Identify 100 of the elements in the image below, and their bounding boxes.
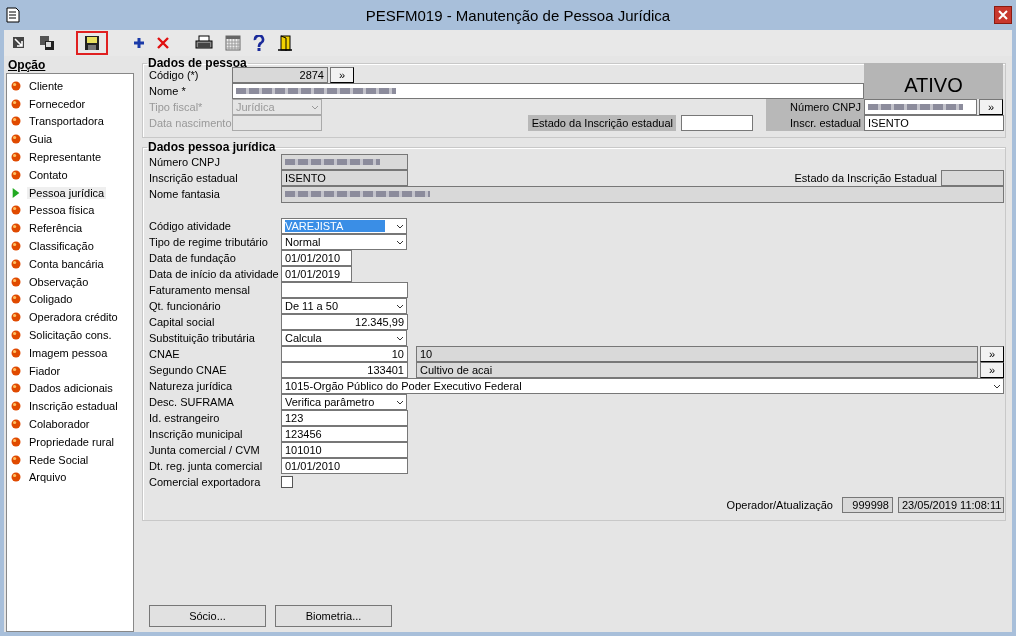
checkbox[interactable] [281,476,293,488]
ball-icon [11,472,21,483]
triangle-icon [11,187,21,198]
help-icon [253,35,265,51]
input-field[interactable]: 123456 [281,426,408,442]
state-registration-field[interactable]: ISENTO [864,115,1004,131]
ball-icon [11,365,21,376]
sidebar-item[interactable]: Classificação [27,240,96,253]
ball-icon [11,330,21,341]
save-button[interactable] [76,31,108,55]
sidebar-item[interactable]: Cliente [27,79,66,92]
input-field[interactable] [281,282,408,298]
sidebar-item[interactable]: Colaborador [27,418,92,431]
birth-date-field[interactable] [232,115,322,131]
input-field[interactable]: 123 [281,410,408,426]
dropdown[interactable]: Normal [281,234,407,250]
code-field[interactable]: 10 [281,346,408,362]
code-field[interactable]: 133401 [281,362,408,378]
dropdown[interactable]: 1015-Orgão Público do Poder Executivo Federal [281,378,1004,394]
calendar-icon [225,35,241,51]
ball-icon [11,116,21,127]
dropdown[interactable]: Verifica parâmetro [281,394,407,410]
lookup-button[interactable]: » [980,346,1004,362]
field-label: Código atividade [149,220,232,232]
field-label: Data de início da atividade [149,268,280,280]
lookup-button[interactable]: » [979,99,1003,115]
chevron-icon [396,239,404,245]
sidebar-item[interactable]: Contato [27,168,70,181]
sidebar-item[interactable]: Fornecedor [27,97,88,110]
action-button[interactable]: Biometria... [275,605,392,627]
ball-icon [11,347,21,358]
field-label: Tipo fiscal* [149,100,204,115]
state-field[interactable] [681,115,753,131]
sidebar-item[interactable]: Propriedade rural [27,435,116,448]
sidebar-item[interactable]: Referência [27,222,85,235]
squares-icon [39,35,55,51]
code-field[interactable]: 2874 [232,67,328,83]
sidebar-item[interactable]: Pessoa física [27,204,97,217]
name-field[interactable] [232,83,864,99]
lookup-button[interactable]: » [330,67,354,83]
sidebar-item[interactable]: Fiador [27,364,63,377]
field-label: Número CNPJ [766,99,864,115]
field-label: Id. estrangeiro [149,412,221,424]
field-label: CNAE [149,348,181,360]
field-label: Faturamento mensal [149,284,251,296]
cnpj-field[interactable] [864,99,977,115]
dropdown[interactable]: Calcula [281,330,407,346]
sidebar-item[interactable]: Solicitação cons. [27,329,114,342]
field-label: Capital social [149,316,216,328]
ball-icon [11,401,21,412]
sidebar-item[interactable]: Rede Social [27,453,91,466]
action-button[interactable]: Sócio... [149,605,266,627]
sidebar-item[interactable]: Arquivo [27,471,69,484]
sidebar-item[interactable]: Representante [27,151,104,164]
window-title: PESFM019 - Manutenção de Pessoa Jurídica [364,6,672,24]
sidebar-item[interactable]: Guia [27,133,55,146]
field-label: Número CNPJ [149,156,221,168]
save-icon [84,35,100,51]
date-field[interactable]: 01/01/2010 [281,250,352,266]
field-label: Segundo CNAE [149,364,228,376]
printer-icon [195,35,213,51]
field-label: Data de fundação [149,252,237,264]
field-label: Natureza jurídica [149,380,234,392]
sidebar-item[interactable]: Coligado [27,293,75,306]
ball-icon [11,134,21,145]
field-label: Data nascimento [149,116,232,131]
field-label: Nome fantasia [149,188,221,200]
chevron-icon [396,303,404,309]
field-label: Junta comercial / CVM [149,444,261,456]
sidebar-item[interactable]: Pessoa jurídica [27,186,107,199]
sidebar-item[interactable]: Conta bancária [27,257,106,270]
field-label: Comercial exportadora [149,476,262,488]
ball-icon [11,98,21,109]
date-field[interactable]: 01/01/2019 [281,266,352,282]
sidebar-item[interactable]: Inscrição estadual [27,400,120,413]
ball-icon [11,241,21,252]
sidebar-title: Opção [7,57,47,72]
sidebar-item[interactable]: Observação [27,275,91,288]
field-label: Inscr. estadual [766,115,864,131]
lookup-button[interactable]: » [980,362,1004,378]
input-field[interactable]: 101010 [281,442,408,458]
description-field: 10 [416,346,978,362]
ball-icon [11,169,21,180]
close-button[interactable] [994,6,1012,24]
group-title: Dados pessoa jurídica [147,140,277,154]
field-label: Desc. SUFRAMA [149,396,235,408]
sidebar-item[interactable]: Operadora crédito [27,311,120,324]
chevron-icon [396,399,404,405]
field-label: Nome * [149,84,187,99]
input-field[interactable]: 12.345,99 [281,314,408,330]
sidebar-item[interactable]: Dados adicionais [27,382,115,395]
group-title: Dados de pessoa [147,56,248,70]
input-field[interactable]: 01/01/2010 [281,458,408,474]
sidebar-item[interactable]: Imagem pessoa [27,346,110,359]
field-label: Inscrição municipal [149,428,244,440]
state-registration-field: ISENTO [281,170,408,186]
delete-icon [157,37,169,49]
dropdown[interactable]: De 11 a 50 [281,298,407,314]
field-label: Substituição tributária [149,332,256,344]
sidebar-item[interactable]: Transportadora [27,115,106,128]
